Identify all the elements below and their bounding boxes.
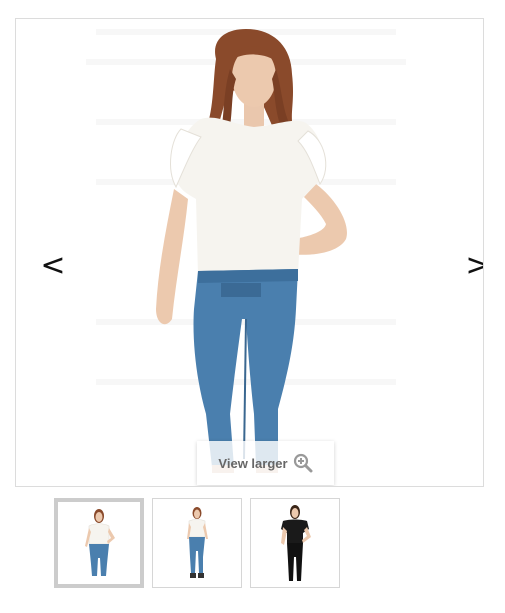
- main-image-frame[interactable]: < > View larger: [15, 18, 484, 487]
- previous-image-arrow[interactable]: <: [38, 249, 68, 283]
- thumbnail-3[interactable]: [250, 498, 340, 588]
- thumbnail-1[interactable]: [54, 498, 144, 588]
- zoom-in-icon: [293, 453, 313, 473]
- thumbnail-black-top-black-pants-photo: [251, 499, 339, 587]
- thumbnail-white-top-jeans-photo: [58, 502, 140, 584]
- next-image-arrow[interactable]: >: [463, 249, 483, 283]
- thumbnail-2[interactable]: [152, 498, 242, 588]
- view-larger-button[interactable]: View larger: [197, 441, 334, 485]
- view-larger-label: View larger: [218, 455, 288, 471]
- main-product-photo[interactable]: [16, 19, 483, 486]
- thumbnail-white-top-jeans-full-photo: [153, 499, 241, 587]
- product-image-gallery: < > View larger: [0, 0, 505, 613]
